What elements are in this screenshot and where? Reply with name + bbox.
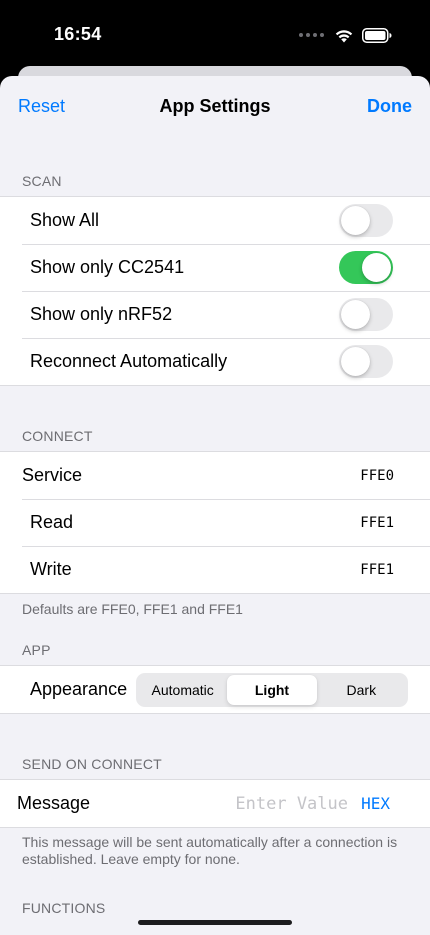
scan-section-header: SCAN bbox=[22, 173, 62, 189]
write-value: FFE1 bbox=[360, 561, 394, 578]
message-row: Message HEX bbox=[0, 780, 430, 827]
home-indicator bbox=[138, 920, 292, 925]
settings-sheet: Reset App Settings Done SCAN Show All Sh… bbox=[0, 76, 430, 935]
app-section-header: APP bbox=[22, 642, 51, 658]
read-value: FFE1 bbox=[360, 514, 394, 531]
send-on-connect-group: Message HEX bbox=[0, 779, 430, 828]
segment-dark[interactable]: Dark bbox=[317, 675, 406, 705]
screen: 16:54 Reset App Settings Done SCAN Show … bbox=[0, 0, 430, 935]
read-row[interactable]: Read FFE1 bbox=[0, 499, 430, 546]
reconnect-label: Reconnect Automatically bbox=[30, 351, 228, 371]
status-bar: 16:54 bbox=[0, 0, 430, 66]
service-label: Service bbox=[22, 465, 83, 485]
page-title: App Settings bbox=[159, 96, 271, 116]
appearance-segmented-control: Automatic Light Dark bbox=[136, 672, 408, 707]
scan-group: Show All Show only CC2541 Show only nRF5… bbox=[0, 196, 430, 386]
reconnect-toggle[interactable] bbox=[339, 345, 393, 378]
show-all-row: Show All bbox=[0, 197, 430, 244]
show-nrf52-label: Show only nRF52 bbox=[30, 304, 173, 324]
connect-section-header: CONNECT bbox=[22, 428, 93, 444]
hex-format-button[interactable]: HEX bbox=[361, 794, 390, 813]
reconnect-row: Reconnect Automatically bbox=[0, 338, 430, 385]
show-cc2541-toggle[interactable] bbox=[339, 251, 393, 284]
status-time: 16:54 bbox=[54, 24, 102, 44]
show-cc2541-row: Show only CC2541 bbox=[0, 244, 430, 291]
toggle-knob bbox=[341, 347, 370, 376]
functions-section-header: FUNCTIONS bbox=[22, 900, 106, 916]
show-all-label: Show All bbox=[30, 210, 100, 230]
show-cc2541-label: Show only CC2541 bbox=[30, 257, 185, 277]
toggle-knob bbox=[341, 300, 370, 329]
appearance-row: Appearance Automatic Light Dark bbox=[0, 666, 430, 713]
segment-automatic[interactable]: Automatic bbox=[138, 675, 227, 705]
battery-icon bbox=[362, 27, 392, 43]
write-row[interactable]: Write FFE1 bbox=[0, 546, 430, 593]
read-label: Read bbox=[30, 512, 74, 532]
send-on-connect-section-header: SEND ON CONNECT bbox=[22, 756, 162, 772]
appearance-label: Appearance bbox=[30, 679, 128, 699]
service-row[interactable]: Service FFE0 bbox=[0, 452, 430, 499]
toggle-knob bbox=[341, 206, 370, 235]
show-nrf52-toggle[interactable] bbox=[339, 298, 393, 331]
service-value: FFE0 bbox=[360, 467, 394, 484]
wifi-icon bbox=[335, 29, 353, 42]
connect-group: Service FFE0 Read FFE1 Write FFE1 bbox=[0, 451, 430, 594]
signal-icon bbox=[299, 33, 324, 37]
toggle-knob bbox=[362, 253, 391, 282]
connect-footer: Defaults are FFE0, FFE1 and FFE1 bbox=[22, 601, 243, 617]
show-nrf52-row: Show only nRF52 bbox=[0, 291, 430, 338]
status-icons bbox=[299, 26, 392, 44]
message-label: Message bbox=[17, 793, 91, 813]
segment-light[interactable]: Light bbox=[227, 674, 317, 705]
show-all-toggle[interactable] bbox=[339, 204, 393, 237]
send-on-connect-footer: This message will be sent automatically … bbox=[22, 834, 398, 867]
write-label: Write bbox=[30, 559, 72, 579]
done-button[interactable]: Done bbox=[367, 96, 412, 117]
app-group: Appearance Automatic Light Dark bbox=[0, 665, 430, 714]
message-input[interactable] bbox=[190, 793, 348, 814]
navigation-bar: Reset App Settings Done bbox=[0, 76, 430, 138]
